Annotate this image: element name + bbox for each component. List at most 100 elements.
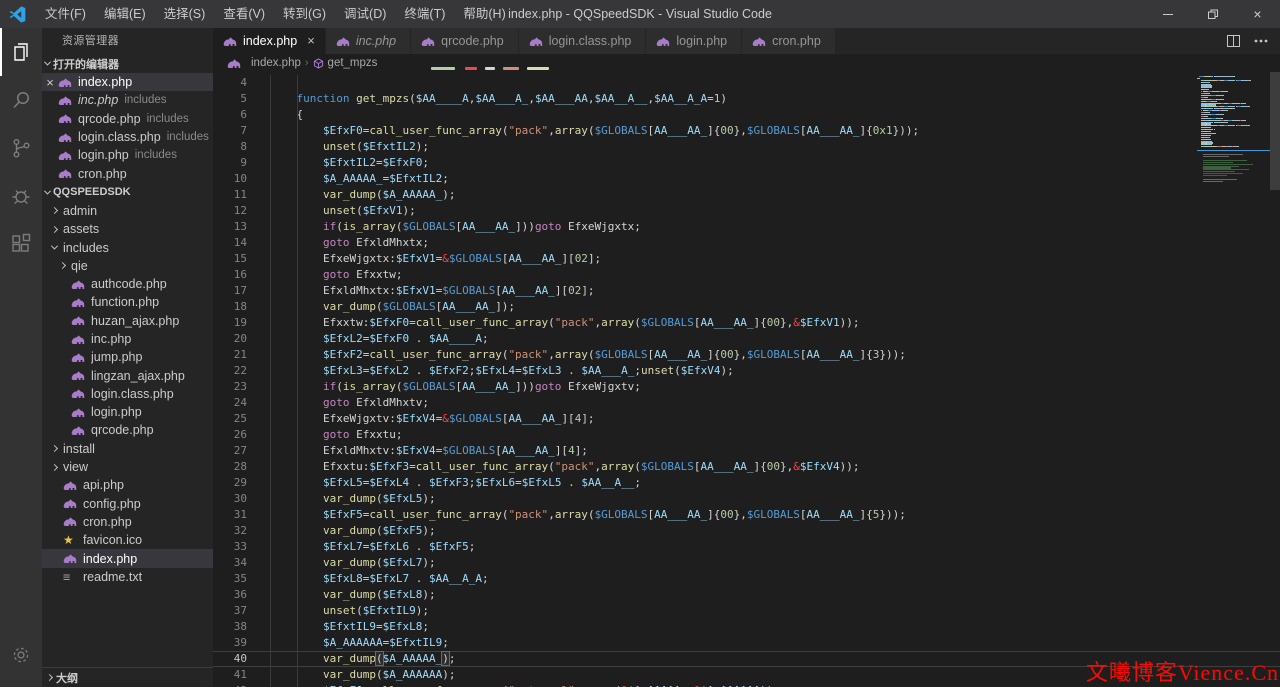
line-number[interactable]: 40 [213, 651, 247, 667]
restore-button[interactable] [1190, 0, 1235, 28]
tree-file-jump.php[interactable]: jump.php [42, 348, 213, 366]
code-line-15[interactable]: 15 EfxeWjgxtx:$EfxV1=&$GLOBALS[AA___AA_]… [213, 251, 1280, 267]
code-line-22[interactable]: 22 $EfxL3=$EfxL2 . $EfxF2;$EfxL4=$EfxL3 … [213, 363, 1280, 379]
code-line-7[interactable]: 7 $EfxF0=call_user_func_array("pack",arr… [213, 123, 1280, 139]
menu-item[interactable]: 文件(F) [36, 0, 95, 28]
code-line-27[interactable]: 27 EfxldMhxtv:$EfxV4=$GLOBALS[AA___AA_][… [213, 443, 1280, 459]
search-icon[interactable] [0, 76, 42, 124]
menu-item[interactable]: 调试(D) [335, 0, 395, 28]
open-editor-item[interactable]: ×index.php [42, 73, 213, 91]
menu-item[interactable]: 帮助(H) [454, 0, 514, 28]
tab-login.php[interactable]: login.php [646, 28, 742, 54]
explorer-icon[interactable] [0, 28, 42, 76]
code-line-30[interactable]: 30 var_dump($EfxL5); [213, 491, 1280, 507]
tree-file-api.php[interactable]: api.php [42, 476, 213, 494]
code-line-9[interactable]: 9 $EfxtIL2=$EfxF0; [213, 155, 1280, 171]
tab-login.class.php[interactable]: login.class.php [519, 28, 647, 54]
code-line-4[interactable]: 4 [213, 75, 1280, 91]
tree-file-authcode.php[interactable]: authcode.php [42, 275, 213, 293]
breadcrumb-symbol[interactable]: get_mpzs [328, 57, 378, 69]
menu-item[interactable]: 转到(G) [274, 0, 335, 28]
tree-file-huzan_ajax.php[interactable]: huzan_ajax.php [42, 312, 213, 330]
line-number[interactable]: 20 [213, 331, 247, 347]
tree-file-login.php[interactable]: login.php [42, 403, 213, 421]
code-line-8[interactable]: 8 unset($EfxtIL2); [213, 139, 1280, 155]
code-line-10[interactable]: 10 $A_AAAAA_=$EfxtIL2; [213, 171, 1280, 187]
line-number[interactable]: 38 [213, 619, 247, 635]
menu-item[interactable]: 选择(S) [155, 0, 215, 28]
code-line-29[interactable]: 29 $EfxL5=$EfxL4 . $EfxF3;$EfxL6=$EfxL5 … [213, 475, 1280, 491]
line-number[interactable]: 18 [213, 299, 247, 315]
code-line-18[interactable]: 18 var_dump($GLOBALS[AA___AA_]); [213, 299, 1280, 315]
code-line-12[interactable]: 12 unset($EfxV1); [213, 203, 1280, 219]
close-button[interactable]: × [1235, 0, 1280, 28]
tree-folder-install[interactable]: install [42, 440, 213, 458]
open-editor-item[interactable]: qrcode.phpincludes [42, 110, 213, 128]
tree-file-readme.txt[interactable]: ≡readme.txt [42, 568, 213, 586]
line-number[interactable]: 23 [213, 379, 247, 395]
line-number[interactable]: 24 [213, 395, 247, 411]
more-actions-icon[interactable] [1254, 39, 1268, 43]
line-number[interactable]: 32 [213, 523, 247, 539]
scrollbar[interactable] [1270, 72, 1280, 687]
line-number[interactable]: 42 [213, 683, 247, 687]
code-line-35[interactable]: 35 $EfxL8=$EfxL7 . $AA__A_A; [213, 571, 1280, 587]
tree-file-favicon.ico[interactable]: ★favicon.ico [42, 531, 213, 549]
line-number[interactable]: 39 [213, 635, 247, 651]
tree-file-config.php[interactable]: config.php [42, 495, 213, 513]
line-number[interactable]: 14 [213, 235, 247, 251]
tree-folder-assets[interactable]: assets [42, 220, 213, 238]
code-line-21[interactable]: 21 $EfxF2=call_user_func_array("pack",ar… [213, 347, 1280, 363]
tree-file-lingzan_ajax.php[interactable]: lingzan_ajax.php [42, 366, 213, 384]
open-editor-item[interactable]: login.class.phpincludes [42, 128, 213, 146]
tree-file-inc.php[interactable]: inc.php [42, 330, 213, 348]
code-area[interactable]: 45 function get_mpzs($AA____A,$AA___A_,$… [213, 72, 1280, 687]
line-number[interactable]: 29 [213, 475, 247, 491]
line-number[interactable]: 11 [213, 187, 247, 203]
menu-item[interactable]: 编辑(E) [95, 0, 155, 28]
line-number[interactable]: 36 [213, 587, 247, 603]
code-line-24[interactable]: 24 goto EfxldMhxtv; [213, 395, 1280, 411]
tree-file-cron.php[interactable]: cron.php [42, 513, 213, 531]
close-icon[interactable]: × [307, 35, 315, 47]
tab-cron.php[interactable]: cron.php [742, 28, 836, 54]
line-number[interactable]: 12 [213, 203, 247, 219]
line-number[interactable]: 28 [213, 459, 247, 475]
split-editor-icon[interactable] [1227, 35, 1240, 47]
code-line-19[interactable]: 19 Efxxtw:$EfxF0=call_user_func_array("p… [213, 315, 1280, 331]
scrollbar-slider[interactable] [1270, 72, 1280, 190]
open-editor-item[interactable]: inc.phpincludes [42, 91, 213, 109]
line-number[interactable]: 19 [213, 315, 247, 331]
open-editor-item[interactable]: cron.php [42, 164, 213, 182]
line-number[interactable]: 26 [213, 427, 247, 443]
menu-item[interactable]: 终端(T) [395, 0, 454, 28]
tab-qrcode.php[interactable]: qrcode.php [411, 28, 519, 54]
code-line-17[interactable]: 17 EfxldMhxtx:$EfxV1=$GLOBALS[AA___AA_][… [213, 283, 1280, 299]
debug-icon[interactable] [0, 172, 42, 220]
line-number[interactable]: 25 [213, 411, 247, 427]
open-editor-item[interactable]: login.phpincludes [42, 146, 213, 164]
code-line-6[interactable]: 6 { [213, 107, 1280, 123]
code-line-16[interactable]: 16 goto Efxxtw; [213, 267, 1280, 283]
line-number[interactable]: 27 [213, 443, 247, 459]
code-line-5[interactable]: 5 function get_mpzs($AA____A,$AA___A_,$A… [213, 91, 1280, 107]
code-line-25[interactable]: 25 EfxeWjgxtv:$EfxV4=&$GLOBALS[AA___AA_]… [213, 411, 1280, 427]
code-line-33[interactable]: 33 $EfxL7=$EfxL6 . $EfxF5; [213, 539, 1280, 555]
line-number[interactable]: 5 [213, 91, 247, 107]
line-number[interactable]: 15 [213, 251, 247, 267]
code-line-28[interactable]: 28 Efxxtu:$EfxF3=call_user_func_array("p… [213, 459, 1280, 475]
line-number[interactable]: 33 [213, 539, 247, 555]
code-line-20[interactable]: 20 $EfxL2=$EfxF0 . $AA____A; [213, 331, 1280, 347]
code-line-38[interactable]: 38 $EfxtIL9=$EfxL8; [213, 619, 1280, 635]
code-line-39[interactable]: 39 $A_AAAAAA=$EfxtIL9; [213, 635, 1280, 651]
line-number[interactable]: 22 [213, 363, 247, 379]
tree-file-function.php[interactable]: function.php [42, 293, 213, 311]
line-number[interactable]: 4 [213, 75, 247, 91]
tree-folder-includes[interactable]: includes [42, 238, 213, 256]
minimize-button[interactable] [1145, 0, 1190, 28]
line-number[interactable]: 6 [213, 107, 247, 123]
menu-item[interactable]: 查看(V) [214, 0, 274, 28]
line-number[interactable]: 13 [213, 219, 247, 235]
line-number[interactable]: 17 [213, 283, 247, 299]
source-control-icon[interactable] [0, 124, 42, 172]
